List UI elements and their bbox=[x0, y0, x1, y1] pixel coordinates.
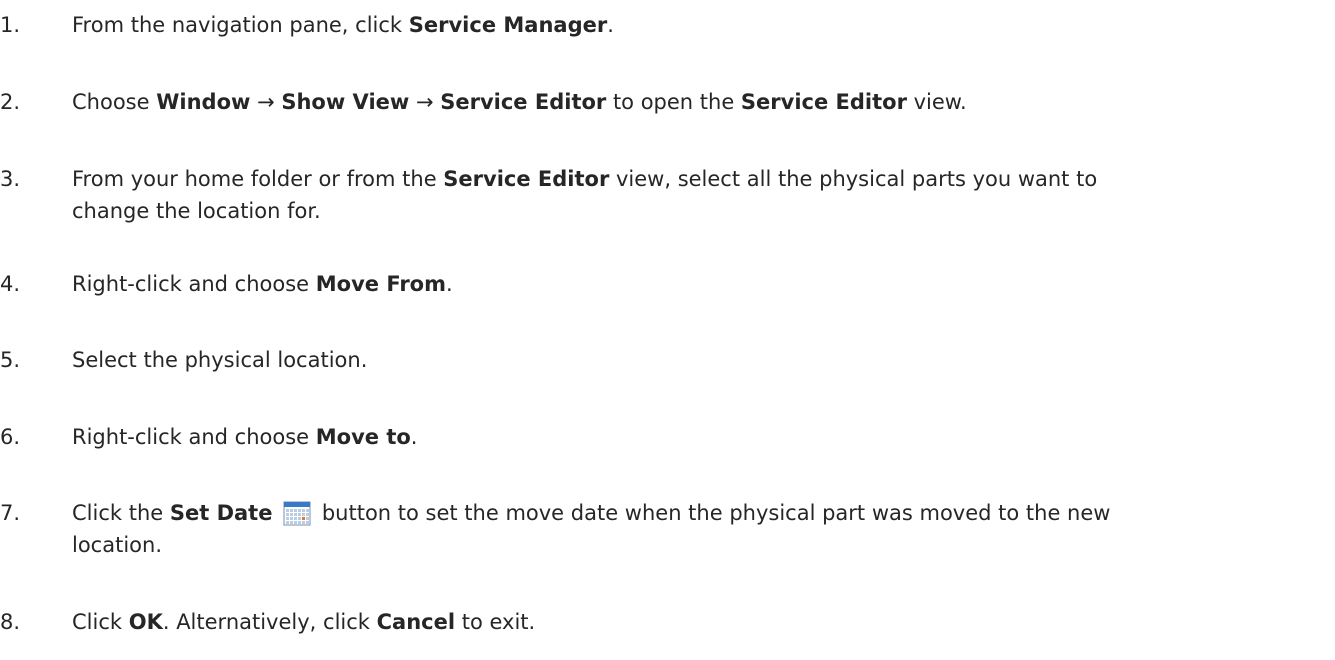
calendar-icon bbox=[283, 501, 311, 526]
step-item: 3. From your home folder or from the Serv… bbox=[0, 163, 1335, 227]
step-text-segment: view. bbox=[906, 90, 967, 114]
step-text-line: location. bbox=[72, 529, 1312, 561]
step-text-line: Click OK. Alternatively, click Cancel to… bbox=[72, 606, 1312, 638]
step-item: 7. Click the Set Date button to set the m… bbox=[0, 497, 1335, 561]
step-text: From your home folder or from the Servic… bbox=[72, 163, 1312, 227]
step-number: 6. bbox=[0, 425, 21, 449]
step-text-segment: → bbox=[250, 90, 282, 114]
step-item: 5. Select the physical location. bbox=[0, 344, 1335, 376]
step-text-segment: . bbox=[607, 13, 614, 37]
step-item: 8. Click OK. Alternatively, click Cancel … bbox=[0, 606, 1335, 638]
ui-term: Service Manager bbox=[408, 13, 608, 37]
ui-term: Move From bbox=[315, 272, 446, 296]
step-number: 5. bbox=[0, 348, 21, 372]
step-text-segment: → bbox=[409, 90, 441, 114]
step-text-line: change the location for. bbox=[72, 195, 1312, 227]
step-text-segment: . Alternatively, click bbox=[162, 610, 377, 634]
step-text: Right-click and choose Move to. bbox=[72, 421, 1312, 453]
step-text-segment: From the navigation pane, click bbox=[72, 13, 409, 37]
step-text-segment bbox=[272, 501, 279, 525]
step-text-segment: . bbox=[446, 272, 453, 296]
step-number: 3. bbox=[0, 167, 21, 191]
step-item: 2. Choose Window → Show View → Service Ed… bbox=[0, 86, 1335, 118]
step-text-segment: view, select all the physical parts you … bbox=[609, 167, 1098, 191]
ui-term: Move to bbox=[315, 425, 411, 449]
step-text-segment: Choose bbox=[72, 90, 157, 114]
step-text: Select the physical location. bbox=[72, 344, 1312, 376]
step-number: 1. bbox=[0, 13, 21, 37]
step-text-segment: Right-click and choose bbox=[72, 425, 316, 449]
step-text-segment: button to set the move date when the phy… bbox=[315, 501, 1111, 525]
step-text-segment: Select the physical location. bbox=[72, 348, 368, 372]
step-text-line: From your home folder or from the Servic… bbox=[72, 163, 1312, 195]
ui-term: Cancel bbox=[376, 610, 456, 634]
ui-term: Service Editor bbox=[443, 167, 610, 191]
step-text-line: Right-click and choose Move to. bbox=[72, 421, 1312, 453]
ui-term: Show View bbox=[281, 90, 410, 114]
ui-term: Set Date bbox=[169, 501, 273, 525]
ui-term: OK bbox=[128, 610, 163, 634]
step-text: From the navigation pane, click Service … bbox=[72, 9, 1312, 41]
step-text: Click the Set Date button to set the mov… bbox=[72, 497, 1312, 561]
step-text-line: Choose Window → Show View → Service Edit… bbox=[72, 86, 1312, 118]
step-text-line: From the navigation pane, click Service … bbox=[72, 9, 1312, 41]
step-text: Right-click and choose Move From. bbox=[72, 268, 1312, 300]
ui-term: Service Editor bbox=[440, 90, 607, 114]
step-text-segment: to exit. bbox=[455, 610, 536, 634]
step-text: Click OK. Alternatively, click Cancel to… bbox=[72, 606, 1312, 638]
step-text: Choose Window → Show View → Service Edit… bbox=[72, 86, 1312, 118]
ui-term: Service Editor bbox=[740, 90, 907, 114]
step-item: 6. Right-click and choose Move to. bbox=[0, 421, 1335, 453]
step-text-line: Right-click and choose Move From. bbox=[72, 268, 1312, 300]
step-number: 4. bbox=[0, 272, 21, 296]
step-text-segment: Click the bbox=[72, 501, 170, 525]
step-text-line: Click the Set Date button to set the mov… bbox=[72, 497, 1312, 529]
step-number: 7. bbox=[0, 501, 21, 525]
step-text-segment: Click bbox=[72, 610, 129, 634]
step-item: 1. From the navigation pane, click Servic… bbox=[0, 9, 1335, 41]
step-text-segment: From your home folder or from the bbox=[72, 167, 444, 191]
step-number: 8. bbox=[0, 610, 21, 634]
step-text-segment: location. bbox=[72, 533, 162, 557]
procedure-steps: 1. From the navigation pane, click Servic… bbox=[0, 0, 1335, 660]
ui-term: Window bbox=[156, 90, 251, 114]
step-text-segment: change the location for. bbox=[72, 199, 321, 223]
step-text-segment: to open the bbox=[606, 90, 741, 114]
step-text-segment: Right-click and choose bbox=[72, 272, 316, 296]
step-item: 4. Right-click and choose Move From. bbox=[0, 268, 1335, 300]
step-number: 2. bbox=[0, 90, 21, 114]
step-text-line: Select the physical location. bbox=[72, 344, 1312, 376]
step-text-segment: . bbox=[410, 425, 418, 449]
